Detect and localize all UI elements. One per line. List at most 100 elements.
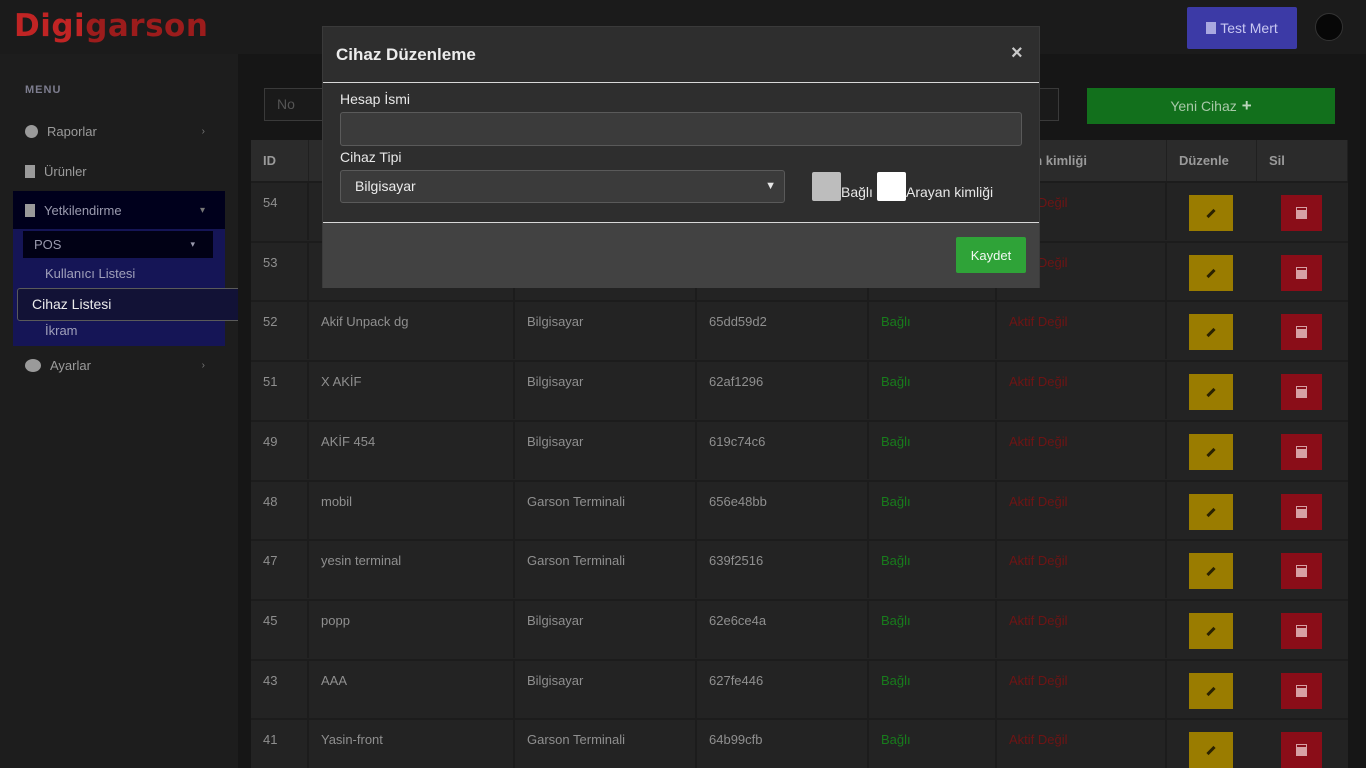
- cell-id: 45: [251, 601, 309, 658]
- user-name: Test Mert: [1220, 20, 1278, 36]
- cell-caller: Aktif Değil: [997, 541, 1167, 598]
- edit-button[interactable]: [1189, 494, 1233, 530]
- cell-code: 639f2516: [697, 541, 869, 598]
- sidebar-item-yetkilendirme[interactable]: Yetkilendirme ▾: [13, 191, 225, 229]
- delete-button[interactable]: [1281, 732, 1322, 768]
- table-row: 45 popp Bilgisayar 62e6ce4a Bağlı Aktif Değil: [251, 599, 1348, 658]
- cell-caller: Aktif Değil: [997, 720, 1167, 768]
- cell-type: Garson Terminali: [515, 720, 697, 768]
- cell-code: 627fe446: [697, 661, 869, 718]
- building-icon: [1206, 22, 1217, 34]
- user-menu-button[interactable]: Test Mert: [1187, 7, 1297, 49]
- cell-id: 53: [251, 243, 309, 300]
- new-device-button[interactable]: Yeni Cihaz +: [1087, 88, 1335, 124]
- cell-status: Bağlı: [869, 661, 997, 718]
- edit-button[interactable]: [1189, 255, 1233, 291]
- search-input[interactable]: No: [264, 88, 326, 121]
- sidebar-item-kullanici-listesi[interactable]: Kullanıcı Listesi: [37, 260, 203, 287]
- trash-icon: [1296, 386, 1307, 398]
- device-type-select[interactable]: Bilgisayar ▼: [340, 170, 785, 203]
- edit-button[interactable]: [1189, 195, 1233, 231]
- cell-type: Bilgisayar: [515, 422, 697, 479]
- cell-id: 43: [251, 661, 309, 718]
- cell-id: 54: [251, 183, 309, 240]
- save-button[interactable]: Kaydet: [956, 237, 1026, 273]
- cell-code: 62af1296: [697, 362, 869, 419]
- cell-status: Bağlı: [869, 422, 997, 479]
- modal-footer: [323, 223, 1039, 288]
- cell-status: Bağlı: [869, 302, 997, 359]
- cell-type: Bilgisayar: [515, 362, 697, 419]
- sidebar-item-urunler[interactable]: Ürünler: [13, 152, 225, 190]
- cell-id: 51: [251, 362, 309, 419]
- delete-button[interactable]: [1281, 255, 1322, 291]
- app-logo[interactable]: Digigarson: [14, 8, 208, 44]
- cell-caller: Aktif Değil: [997, 302, 1167, 359]
- cell-code: 619c74c6: [697, 422, 869, 479]
- sidebar-item-ayarlar[interactable]: Ayarlar ›: [13, 346, 225, 384]
- delete-button[interactable]: [1281, 494, 1322, 530]
- table-row: 51 X AKİF Bilgisayar 62af1296 Bağlı Aktif Değ…: [251, 360, 1348, 419]
- account-name-label: Hesap İsmi: [340, 91, 411, 107]
- cell-status: Bağlı: [869, 362, 997, 419]
- cell-caller: Aktif Değil: [997, 422, 1167, 479]
- pencil-icon: [1206, 208, 1216, 218]
- edit-button[interactable]: [1189, 732, 1233, 768]
- chevron-down-icon: ▾: [199, 204, 205, 216]
- pencil-icon: [1206, 686, 1216, 696]
- cell-status: Bağlı: [869, 482, 997, 539]
- edit-button[interactable]: [1189, 314, 1233, 350]
- pencil-icon: [1206, 745, 1216, 755]
- search-input-end[interactable]: [1038, 88, 1059, 121]
- trash-icon: [1296, 446, 1307, 458]
- delete-button[interactable]: [1281, 553, 1322, 589]
- cell-name: mobil: [309, 482, 515, 539]
- sidebar-item-ikram[interactable]: İkram: [37, 317, 203, 344]
- caller-id-checkbox[interactable]: [877, 172, 906, 201]
- delete-button[interactable]: [1281, 314, 1322, 350]
- device-type-label: Cihaz Tipi: [340, 149, 402, 165]
- cell-name: AAA: [309, 661, 515, 718]
- cell-type: Garson Terminali: [515, 482, 697, 539]
- utensils-icon: [25, 164, 35, 178]
- cell-caller: Aktif Değil: [997, 362, 1167, 419]
- edit-button[interactable]: [1189, 374, 1233, 410]
- delete-button[interactable]: [1281, 374, 1322, 410]
- plus-icon: +: [1241, 96, 1252, 115]
- delete-button[interactable]: [1281, 673, 1322, 709]
- chevron-right-icon: ›: [201, 125, 205, 137]
- sidebar-item-pos[interactable]: POS ▾: [23, 231, 213, 258]
- delete-button[interactable]: [1281, 613, 1322, 649]
- cell-name: AKİF 454: [309, 422, 515, 479]
- edit-button[interactable]: [1189, 553, 1233, 589]
- modal-header: Cihaz Düzenleme ×: [323, 27, 1039, 83]
- cell-code: 64b99cfb: [697, 720, 869, 768]
- cell-name: popp: [309, 601, 515, 658]
- cell-id: 48: [251, 482, 309, 539]
- table-row: 41 Yasin-front Garson Terminali 64b99cfb Bağ…: [251, 718, 1348, 768]
- cell-type: Bilgisayar: [515, 302, 697, 359]
- sidebar-item-raporlar[interactable]: Raporlar ›: [13, 112, 225, 150]
- edit-button[interactable]: [1189, 613, 1233, 649]
- pencil-icon: [1206, 626, 1216, 636]
- edit-button[interactable]: [1189, 673, 1233, 709]
- close-icon[interactable]: ×: [1011, 42, 1023, 65]
- cell-code: 65dd59d2: [697, 302, 869, 359]
- pencil-icon: [1206, 507, 1216, 517]
- cell-name: Akif Unpack dg: [309, 302, 515, 359]
- delete-button[interactable]: [1281, 434, 1322, 470]
- trash-icon: [1296, 625, 1307, 637]
- cell-type: Garson Terminali: [515, 541, 697, 598]
- connected-checkbox[interactable]: [812, 172, 841, 201]
- avatar[interactable]: [1315, 13, 1343, 41]
- trash-icon: [1296, 326, 1307, 338]
- delete-button[interactable]: [1281, 195, 1322, 231]
- account-name-input[interactable]: [340, 112, 1022, 146]
- header-id: ID: [251, 140, 309, 181]
- chevron-down-icon: ▼: [765, 180, 776, 192]
- edit-button[interactable]: [1189, 434, 1233, 470]
- chevron-right-icon: ›: [201, 359, 205, 371]
- table-row: 52 Akif Unpack dg Bilgisayar 65dd59d2 Bağlı A…: [251, 300, 1348, 359]
- table-row: 48 mobil Garson Terminali 656e48bb Bağlı Akti…: [251, 480, 1348, 539]
- trash-icon: [1296, 685, 1307, 697]
